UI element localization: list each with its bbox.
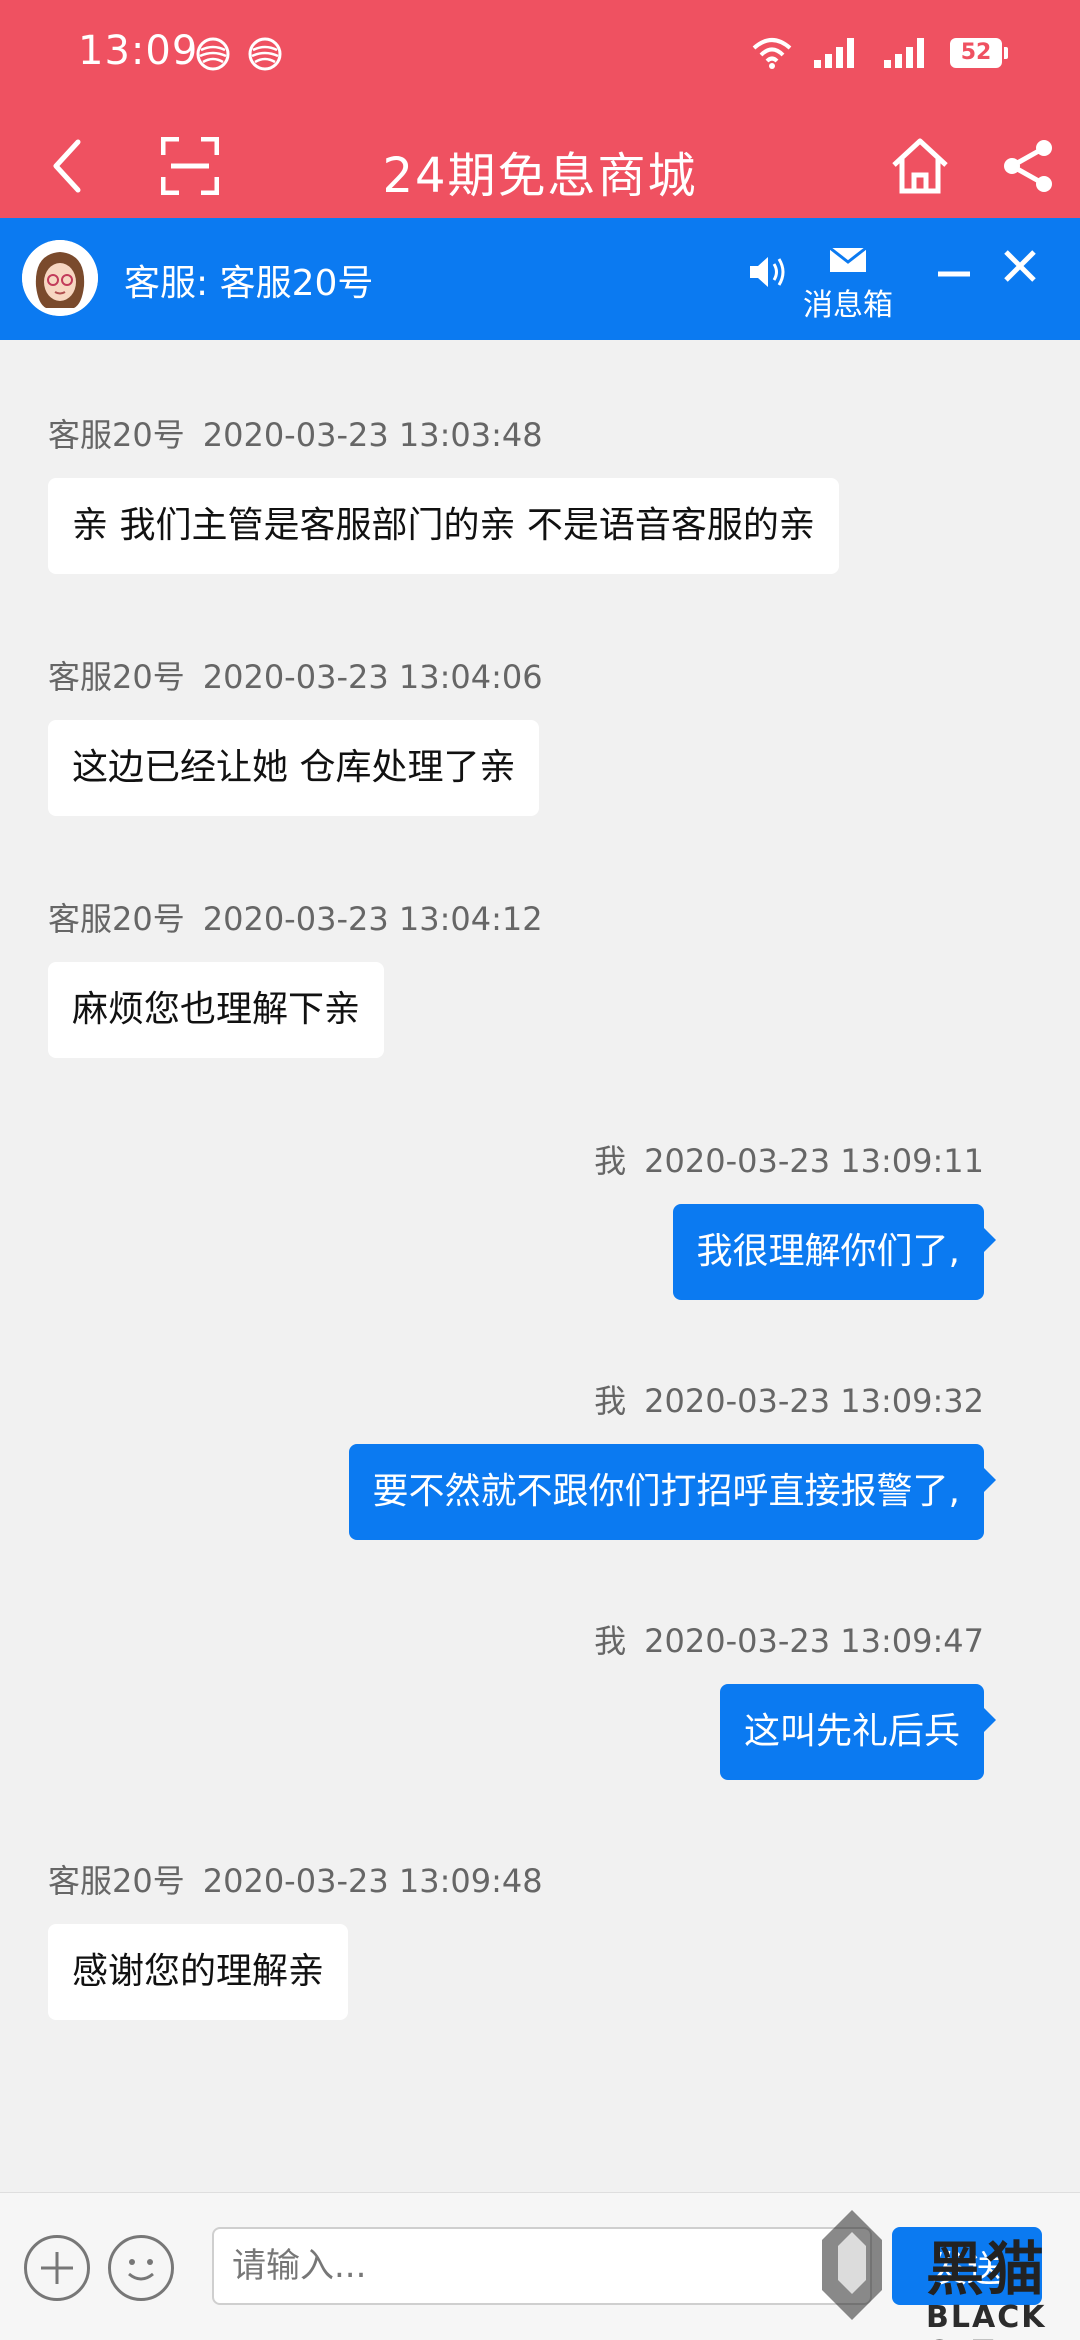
input-bar: 发送 (0, 2192, 1080, 2340)
message-item: 客服20号 2020-03-23 13:03:48 亲 我们主管是客服部门的亲 不… (48, 410, 839, 574)
inbox-label: 消息箱 (803, 288, 893, 323)
message-item: 我 2020-03-23 13:09:32 要不然就不跟你们打招呼直接报警了, (348, 1376, 997, 1540)
message-sender: 客服20号 (48, 658, 185, 696)
message-meta: 我 2020-03-23 13:09:11 (594, 1136, 984, 1182)
share-button[interactable] (996, 134, 1060, 198)
message-meta: 客服20号 2020-03-23 13:04:06 (48, 652, 543, 698)
message-sender: 我 (594, 1142, 627, 1180)
signal-icon (814, 38, 854, 68)
customer-service-bar: 客服: 客服20号 消息箱 (0, 218, 1080, 340)
message-time: 2020-03-23 13:09:11 (644, 1142, 984, 1180)
message-meta: 客服20号 2020-03-23 13:09:48 (48, 1856, 543, 1902)
chat-area[interactable]: 客服20号 2020-03-23 13:03:48 亲 我们主管是客服部门的亲 不… (0, 340, 1080, 2192)
message-sender: 我 (594, 1382, 627, 1420)
message-item: 我 2020-03-23 13:09:47 这叫先礼后兵 (594, 1616, 997, 1780)
app-header: 24期免息商城 (0, 110, 1080, 218)
mail-icon (829, 246, 867, 272)
message-meta: 我 2020-03-23 13:09:47 (594, 1616, 984, 1662)
carrier-logo-icon (248, 37, 282, 71)
message-item: 客服20号 2020-03-23 13:09:48 感谢您的理解亲 (48, 1856, 543, 2020)
message-sender: 客服20号 (48, 900, 185, 938)
message-sender: 客服20号 (48, 1862, 185, 1900)
message-time: 2020-03-23 13:09:48 (202, 1862, 543, 1900)
home-button[interactable] (888, 134, 952, 198)
message-time: 2020-03-23 13:04:12 (202, 900, 543, 938)
share-icon (1004, 140, 1052, 192)
avatar-icon (22, 240, 98, 316)
carrier-logo-icon (196, 37, 230, 71)
message-bubble[interactable]: 要不然就不跟你们打招呼直接报警了, (348, 1444, 997, 1540)
message-item: 客服20号 2020-03-23 13:04:12 麻烦您也理解下亲 (48, 894, 543, 1058)
smiley-icon (128, 2259, 154, 2281)
speaker-icon[interactable] (746, 250, 790, 294)
message-input[interactable] (212, 2227, 872, 2305)
message-time: 2020-03-23 13:09:47 (644, 1622, 984, 1660)
plus-icon (41, 2252, 73, 2284)
message-bubble[interactable]: 亲 我们主管是客服部门的亲 不是语音客服的亲 (48, 478, 839, 574)
status-time: 13:09 (78, 28, 199, 74)
message-item: 客服20号 2020-03-23 13:04:06 这边已经让她 仓库处理了亲 (48, 652, 543, 816)
agent-avatar (22, 240, 98, 316)
message-bubble[interactable]: 麻烦您也理解下亲 (48, 962, 385, 1058)
message-bubble[interactable]: 感谢您的理解亲 (48, 1924, 349, 2020)
message-bubble[interactable]: 这边已经让她 仓库处理了亲 (48, 720, 540, 816)
message-time: 2020-03-23 13:04:06 (202, 658, 543, 696)
message-sender: 我 (594, 1622, 627, 1660)
add-attachment-button[interactable] (24, 2235, 90, 2301)
home-icon (892, 138, 948, 194)
message-meta: 我 2020-03-23 13:09:32 (349, 1376, 984, 1422)
message-bubble[interactable]: 我很理解你们了, (672, 1204, 997, 1300)
message-bubble[interactable]: 这叫先礼后兵 (719, 1684, 997, 1780)
watermark-brand-en: BLACK CAT (926, 2300, 1047, 2340)
message-item: 我 2020-03-23 13:09:11 我很理解你们了, (594, 1136, 997, 1300)
emoji-button[interactable] (108, 2235, 174, 2301)
watermark-brand-cn: 黑猫 (926, 2235, 1047, 2303)
status-bar: 13:09 52 (0, 0, 1080, 110)
minimize-icon[interactable] (934, 254, 974, 294)
battery-indicator: 52 (950, 38, 1008, 68)
signal-icon (884, 38, 924, 68)
message-time: 2020-03-23 13:09:32 (644, 1382, 984, 1420)
message-meta: 客服20号 2020-03-23 13:04:12 (48, 894, 543, 940)
agent-name: 客服: 客服20号 (124, 263, 374, 304)
message-sender: 客服20号 (48, 416, 185, 454)
message-meta: 客服20号 2020-03-23 13:03:48 (48, 410, 839, 456)
close-icon[interactable] (1000, 246, 1040, 286)
inbox-button[interactable]: 消息箱 (800, 246, 896, 326)
message-time: 2020-03-23 13:03:48 (202, 416, 543, 454)
wifi-icon (752, 38, 792, 69)
